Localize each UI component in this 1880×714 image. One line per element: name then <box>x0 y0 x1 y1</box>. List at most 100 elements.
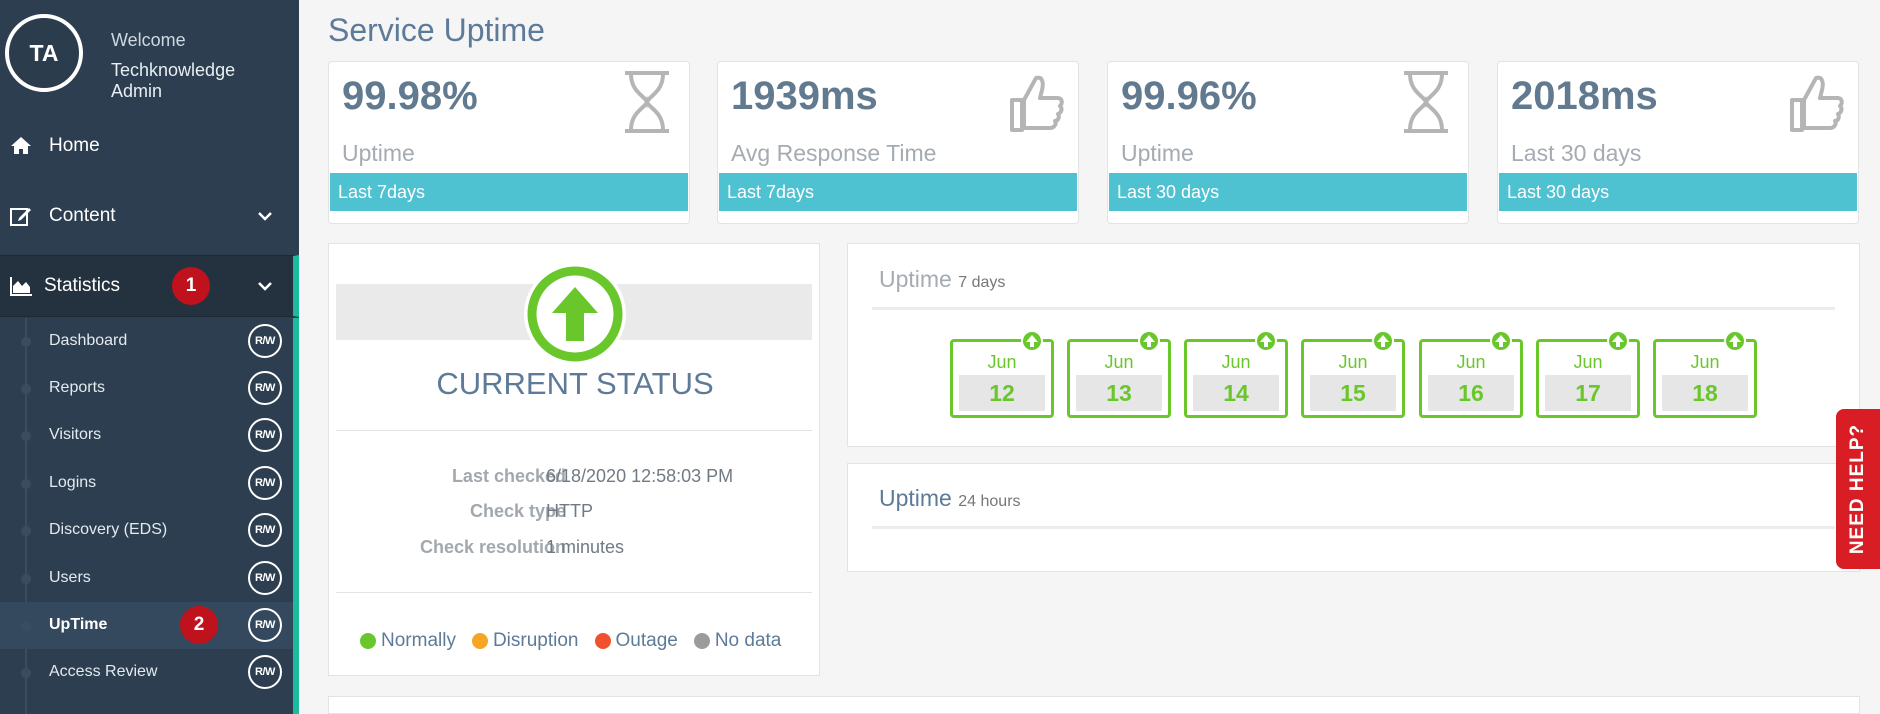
submenu-item-visitors[interactable]: Visitors R/W <box>0 412 293 459</box>
check-resolution-label: Check resolution <box>419 537 566 557</box>
rw-permission-icon[interactable]: R/W <box>248 324 282 358</box>
day-number: 13 <box>1076 375 1162 411</box>
uptime-title-text: Uptime <box>879 485 952 511</box>
statistics-submenu: Dashboard R/W Reports R/W Visitors R/W L… <box>0 318 299 714</box>
submenu-item-access-review[interactable]: Access Review R/W <box>0 649 293 696</box>
day-cell-jun-17[interactable]: Jun 17 <box>1536 330 1640 418</box>
stat-value: 2018ms <box>1511 74 1658 118</box>
stat-label: Avg Response Time <box>731 140 937 166</box>
arrow-up-icon <box>1372 330 1394 352</box>
day-cell-jun-13[interactable]: Jun 13 <box>1067 330 1171 418</box>
step-badge-1: 1 <box>172 267 210 305</box>
check-resolution-row: Check resolution 1 minutes <box>329 537 821 561</box>
day-number: 18 <box>1662 375 1748 411</box>
last-checked-value: 6/18/2020 12:58:03 PM <box>546 466 734 486</box>
stat-card-uptime-7d: 99.98% Uptime Last 7days <box>328 61 690 224</box>
stat-period: Last 30 days <box>1499 173 1857 211</box>
bullet-icon <box>21 337 31 347</box>
bullet-icon <box>21 621 31 631</box>
legend-label: Disruption <box>492 630 579 651</box>
stat-label: Uptime <box>1121 140 1194 166</box>
rw-permission-icon[interactable]: R/W <box>248 418 282 452</box>
arrow-up-icon <box>1021 330 1043 352</box>
day-cell-jun-14[interactable]: Jun 14 <box>1184 330 1288 418</box>
need-help-button[interactable]: NEED HELP? <box>1836 409 1880 569</box>
bullet-icon <box>21 574 31 584</box>
stat-label: Last 30 days <box>1511 140 1642 166</box>
day-cell-jun-18[interactable]: Jun 18 <box>1653 330 1757 418</box>
nav-item-home[interactable]: Home <box>0 116 299 176</box>
submenu-item-logins[interactable]: Logins R/W <box>0 460 293 507</box>
hourglass-icon <box>1404 71 1448 133</box>
status-up-indicator <box>524 263 626 365</box>
page-title: Service Uptime <box>328 12 545 48</box>
day-month: Jun <box>1573 352 1603 372</box>
check-resolution-value: 1 minutes <box>546 537 625 557</box>
submenu-label: Access Review <box>49 663 158 680</box>
current-status-panel: CURRENT STATUS Last checked 6/18/2020 12… <box>328 243 820 676</box>
day-number: 12 <box>959 375 1045 411</box>
rw-permission-icon[interactable]: R/W <box>248 655 282 689</box>
stat-card-uptime-30d: 99.96% Uptime Last 30 days <box>1107 61 1469 224</box>
nav-item-statistics[interactable]: Statistics 1 <box>0 255 299 317</box>
welcome-text: Welcome <box>111 30 186 50</box>
arrow-up-circle-icon <box>527 266 623 362</box>
stat-value: 99.98% <box>342 74 478 118</box>
stat-value: 1939ms <box>731 74 878 118</box>
day-cell-jun-15[interactable]: Jun 15 <box>1301 330 1405 418</box>
bottom-panel <box>328 696 1860 714</box>
profile: TA Welcome Techknowledge Admin <box>0 0 299 106</box>
divider <box>336 592 812 593</box>
rw-permission-icon[interactable]: R/W <box>248 561 282 595</box>
bullet-icon <box>21 668 31 678</box>
stat-period: Last 7days <box>330 173 688 211</box>
last-checked-label: Last checked <box>451 466 566 486</box>
stat-card-response-7d: 1939ms Avg Response Time Last 7days <box>717 61 1079 224</box>
edit-icon <box>10 208 31 226</box>
uptime-24-hours-panel: Uptime 24 hours <box>847 463 1860 572</box>
day-number: 16 <box>1428 375 1514 411</box>
nav-label-content: Content <box>49 205 116 226</box>
stat-label: Uptime <box>342 140 415 166</box>
last-checked-row: Last checked 6/18/2020 12:58:03 PM <box>329 466 821 490</box>
rw-permission-icon[interactable]: R/W <box>248 513 282 547</box>
rw-permission-icon[interactable]: R/W <box>248 371 282 405</box>
submenu-label: UpTime <box>49 616 108 633</box>
submenu-label: Discovery (EDS) <box>49 521 168 538</box>
check-type-value: HTTP <box>546 501 593 521</box>
legend-label: Normally <box>381 630 456 651</box>
legend-outage: Outage <box>594 630 678 652</box>
submenu-item-discovery[interactable]: Discovery (EDS) R/W <box>0 507 293 554</box>
stat-value: 99.96% <box>1121 74 1257 118</box>
legend-no-data: No data <box>693 630 782 652</box>
username: Techknowledge Admin <box>111 60 236 101</box>
rw-permission-icon[interactable]: R/W <box>248 608 282 642</box>
arrow-up-icon <box>1490 330 1512 352</box>
day-month: Jun <box>1338 352 1368 372</box>
submenu-item-users[interactable]: Users R/W <box>0 555 293 602</box>
nav-label-statistics: Statistics <box>44 275 121 296</box>
bullet-icon <box>21 479 31 489</box>
home-icon <box>11 137 31 154</box>
legend-label: Outage <box>615 630 678 651</box>
arrow-up-icon <box>1724 330 1746 352</box>
check-type-label: Check type <box>469 501 566 521</box>
uptime-7-title: Uptime 7 days <box>879 266 1005 293</box>
step-badge-2: 2 <box>180 606 218 644</box>
submenu-item-reports[interactable]: Reports R/W <box>0 365 293 412</box>
arrow-up-icon <box>1138 330 1160 352</box>
submenu-label: Users <box>49 569 91 586</box>
submenu-item-uptime[interactable]: UpTime 2 R/W <box>0 602 293 649</box>
orange-dot-icon <box>471 633 488 649</box>
submenu-item-dashboard[interactable]: Dashboard R/W <box>0 318 293 365</box>
day-month: Jun <box>1221 352 1251 372</box>
uptime-24-title: Uptime 24 hours <box>879 485 1021 512</box>
nav-item-content[interactable]: Content <box>0 186 299 246</box>
day-cell-jun-16[interactable]: Jun 16 <box>1419 330 1523 418</box>
rw-permission-icon[interactable]: R/W <box>248 466 282 500</box>
day-cell-jun-12[interactable]: Jun 12 <box>950 330 1054 418</box>
uptime-title-text: Uptime <box>879 266 952 292</box>
legend-label: No data <box>714 630 782 651</box>
legend-disruption: Disruption <box>471 630 579 652</box>
avatar[interactable]: TA <box>5 14 83 92</box>
